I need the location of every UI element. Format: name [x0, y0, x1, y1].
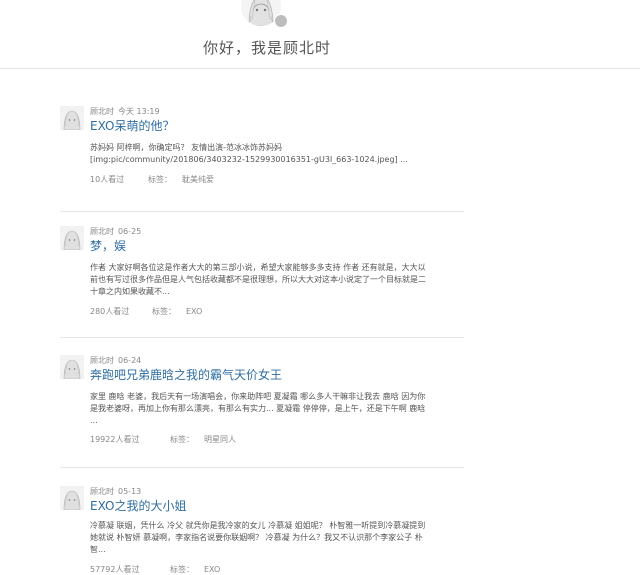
- excerpt-line: [img:pic/community/201806/3403232-152993…: [90, 155, 408, 164]
- post-stats: 19922人看过 标签： 明星同人: [90, 434, 236, 445]
- post-meta: 顾北时 05-13: [90, 486, 141, 497]
- author-name[interactable]: 顾北时: [90, 356, 114, 365]
- excerpt-line: 冷慕凝 联姻，凭什么 冷父 就凭你是我冷家的女儿 冷慕凝 姐姐呢？ 朴智雅一听提…: [90, 521, 426, 530]
- anime-avatar-icon: [60, 106, 84, 130]
- author-name[interactable]: 顾北时: [90, 487, 114, 496]
- post-excerpt: 作者 大家好啊各位这是作者大大的第三部小说，希望大家能够多多支持 作者 还有就是…: [90, 262, 464, 298]
- divider: [60, 211, 464, 212]
- tag-link[interactable]: 明星同人: [204, 435, 236, 444]
- tag-label: 标签：: [148, 175, 172, 184]
- excerpt-line: 她就说 朴智妍 慕凝啊，李家指名说要你联姻啊？ 冷慕凝 为什么？我又不认识那个李…: [90, 533, 423, 542]
- author-avatar[interactable]: [60, 355, 84, 379]
- excerpt-line: 苏妈妈 阿梓啊，你确定吗？ 友情出演-范冰冰饰苏妈妈: [90, 143, 282, 152]
- avatar-badge-icon: [274, 14, 288, 28]
- view-count: 280人看过: [90, 307, 130, 316]
- post-excerpt: 家里 鹿晗 老婆，我后天有一场演唱会，你来助阵吧 夏凝霜 哪么多人干嘛非让我去 …: [90, 391, 464, 427]
- post-stats: 57792人看过 标签： EXO: [90, 564, 220, 575]
- view-count: 57792人看过: [90, 565, 140, 574]
- post-stats: 10人看过 标签： 耽美纯爱: [90, 174, 214, 185]
- divider: [60, 337, 464, 338]
- post-meta: 顾北时 06-25: [90, 226, 141, 237]
- tag-label: 标签：: [152, 307, 176, 316]
- post-title[interactable]: EXO之我的大小姐: [90, 497, 186, 514]
- view-count: 19922人看过: [90, 435, 140, 444]
- post-title[interactable]: 奔跑吧兄弟鹿晗之我的霸气天价女王: [90, 366, 282, 383]
- post-title[interactable]: EXO呆萌的他？: [90, 117, 174, 134]
- post-time: 06-25: [118, 227, 142, 236]
- post-meta: 顾北时 今天 13:19: [90, 106, 160, 117]
- anime-avatar-icon: [60, 355, 84, 379]
- view-count: 10人看过: [90, 175, 125, 184]
- post-time: 06-24: [118, 356, 142, 365]
- post-stats: 280人看过 标签： EXO: [90, 306, 202, 317]
- excerpt-line: 作者 大家好啊各位这是作者大大的第三部小说，希望大家能够多多支持 作者 还有就是…: [90, 263, 426, 272]
- tag-label: 标签：: [170, 565, 194, 574]
- excerpt-line: 前也有写过很多作品但是人气包括收藏都不是很理想，所以大大对这本小说定了一个目标就…: [90, 275, 426, 284]
- anime-avatar-icon: [60, 486, 84, 510]
- post-time: 今天 13:19: [118, 107, 160, 116]
- post-time: 05-13: [118, 487, 142, 496]
- excerpt-line: 家里 鹿晗 老婆，我后天有一场演唱会，你来助阵吧 夏凝霜 哪么多人干嘛非让我去 …: [90, 392, 426, 401]
- tag-label: 标签：: [170, 435, 194, 444]
- profile-header: 你好，我是顾北时: [0, 0, 640, 69]
- excerpt-line: 智...: [90, 545, 106, 554]
- excerpt-line: 十章之内如果收藏不...: [90, 287, 170, 296]
- post-meta: 顾北时 06-24: [90, 355, 141, 366]
- post-excerpt: 苏妈妈 阿梓啊，你确定吗？ 友情出演-范冰冰饰苏妈妈 [img:pic/comm…: [90, 142, 464, 166]
- author-avatar[interactable]: [60, 226, 84, 250]
- author-avatar[interactable]: [60, 486, 84, 510]
- post-excerpt: 冷慕凝 联姻，凭什么 冷父 就凭你是我冷家的女儿 冷慕凝 姐姐呢？ 朴智雅一听提…: [90, 520, 464, 556]
- author-name[interactable]: 顾北时: [90, 107, 114, 116]
- tag-link[interactable]: EXO: [204, 565, 220, 574]
- post-title[interactable]: 梦，娱: [90, 237, 126, 254]
- tag-link[interactable]: EXO: [186, 307, 202, 316]
- author-name[interactable]: 顾北时: [90, 227, 114, 236]
- anime-avatar-icon: [60, 226, 84, 250]
- author-avatar[interactable]: [60, 106, 84, 130]
- excerpt-line: ...: [90, 416, 98, 425]
- tag-link[interactable]: 耽美纯爱: [182, 175, 214, 184]
- excerpt-line: 是我老婆呀，再加上你有那么漂亮，有那么有实力... 夏凝霜 停停停，是上午，还是…: [90, 404, 426, 413]
- divider: [60, 467, 464, 468]
- greeting-title: 你好，我是顾北时: [203, 39, 332, 57]
